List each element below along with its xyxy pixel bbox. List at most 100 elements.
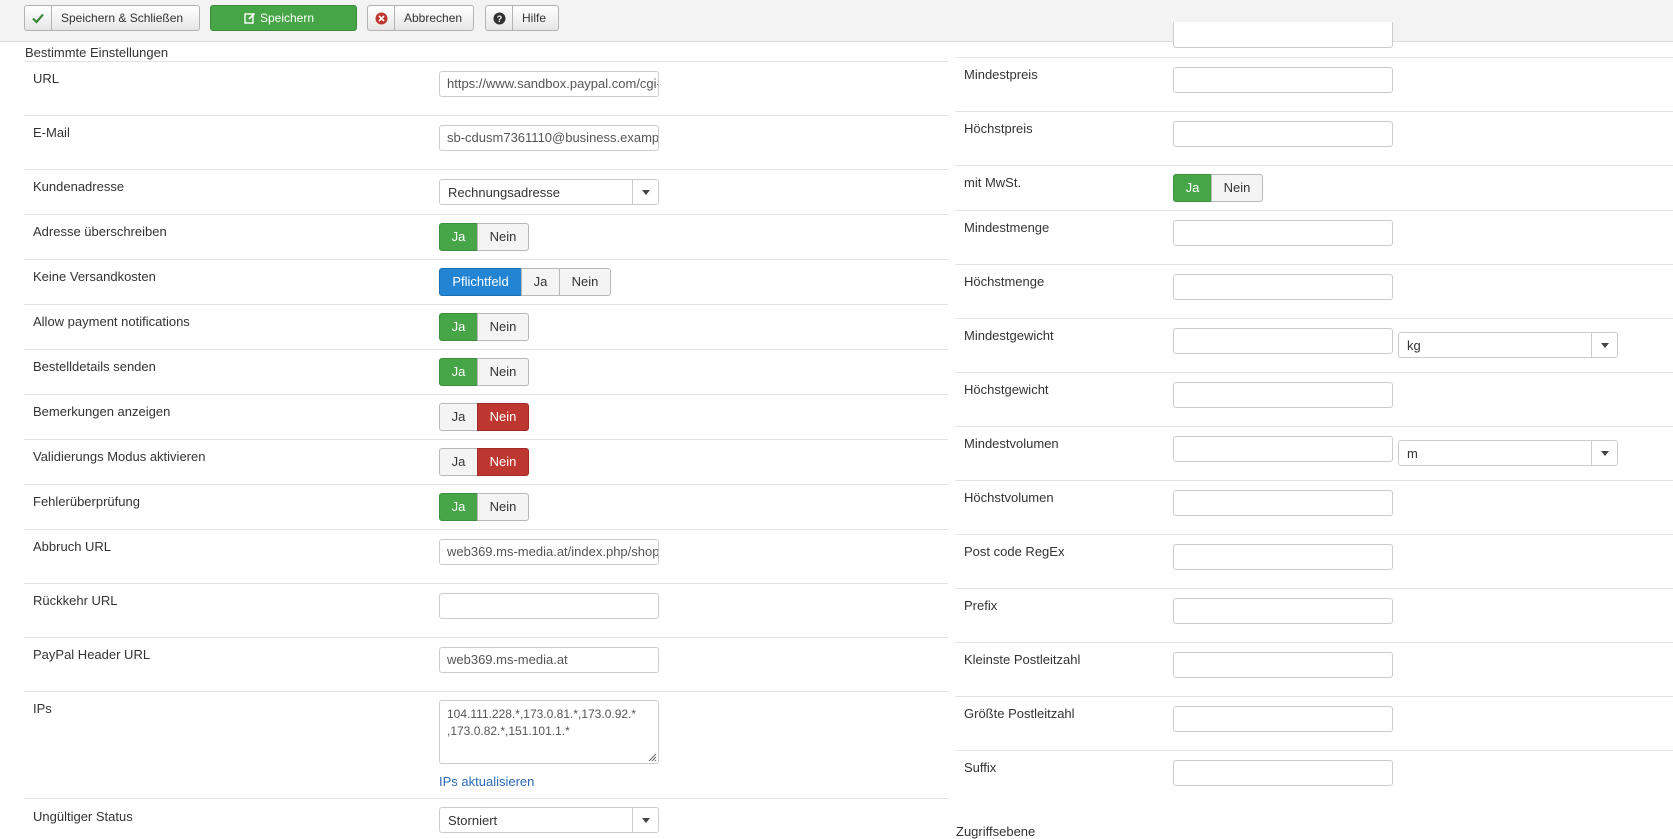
payment-notifications-no[interactable]: Nein xyxy=(477,313,529,341)
max-weight-input[interactable] xyxy=(1173,382,1393,408)
suffix-label: Suffix xyxy=(964,760,997,775)
row-header-url: PayPal Header URL web369.ms-media.at xyxy=(24,637,948,691)
ips-refresh-link[interactable]: IPs aktualisieren xyxy=(439,774,534,789)
chevron-down-icon xyxy=(1591,441,1617,465)
row-error-check: Fehlerüberprüfung Ja Nein xyxy=(24,484,948,529)
min-weight-label: Mindestgewicht xyxy=(964,328,1054,343)
save-close-label: Speichern & Schließen xyxy=(61,11,184,25)
row-override-address: Adresse überschreiben Ja Nein xyxy=(24,214,948,259)
row-min-weight: Mindestgewicht kg xyxy=(955,318,1673,372)
weight-unit-select[interactable]: kg xyxy=(1398,332,1618,358)
cancel-url-label: Abbruch URL xyxy=(33,539,112,554)
max-qty-input[interactable] xyxy=(1173,274,1393,300)
min-qty-input[interactable] xyxy=(1173,220,1393,246)
prefix-input[interactable] xyxy=(1173,598,1393,624)
error-check-yes[interactable]: Ja xyxy=(439,493,478,521)
row-send-order-details: Bestelldetails senden Ja Nein xyxy=(24,349,948,394)
row-customer-address: Kundenadresse Rechnungsadresse xyxy=(24,169,948,214)
resize-handle-icon[interactable] xyxy=(647,752,657,762)
no-shipping-yes[interactable]: Ja xyxy=(521,268,560,296)
cut-off-input[interactable] xyxy=(1173,22,1393,48)
row-invalid-status: Ungültiger Status Storniert xyxy=(24,798,948,838)
save-close-button[interactable]: Speichern & Schließen xyxy=(24,5,200,31)
override-address-yes[interactable]: Ja xyxy=(439,223,478,251)
min-price-label: Mindestpreis xyxy=(964,67,1038,82)
header-url-input[interactable]: web369.ms-media.at xyxy=(439,647,659,673)
payment-notifications-label: Allow payment notifications xyxy=(33,314,190,329)
override-address-no[interactable]: Nein xyxy=(477,223,529,251)
chevron-down-icon xyxy=(1591,333,1617,357)
ips-line-1: 104.111.228.*,173.0.81.*,173.0.92.* xyxy=(447,707,637,721)
row-min-qty: Mindestmenge xyxy=(955,210,1673,264)
row-ips: IPs 104.111.228.*,173.0.81.*,173.0.92.* … xyxy=(24,691,948,798)
ips-line-2: ,173.0.82.*,151.101.1.* xyxy=(447,724,570,738)
row-show-notes: Bemerkungen anzeigen Ja Nein xyxy=(24,394,948,439)
min-price-input[interactable] xyxy=(1173,67,1393,93)
row-max-postcode: Größte Postleitzahl xyxy=(955,696,1673,750)
invalid-status-value: Storniert xyxy=(448,813,498,828)
row-suffix: Suffix xyxy=(955,750,1673,804)
row-min-volume: Mindestvolumen m xyxy=(955,426,1673,480)
send-order-details-no[interactable]: Nein xyxy=(477,358,529,386)
max-postcode-input[interactable] xyxy=(1173,706,1393,732)
customer-address-value: Rechnungsadresse xyxy=(448,185,561,200)
help-label: Hilfe xyxy=(522,11,547,25)
no-shipping-toggle: Pflichtfeld Ja Nein xyxy=(439,268,611,296)
show-notes-yes[interactable]: Ja xyxy=(439,403,478,431)
save-label: Speichern xyxy=(259,11,315,25)
invalid-status-select[interactable]: Storniert xyxy=(439,807,659,833)
row-validation-mode: Validierungs Modus aktivieren Ja Nein xyxy=(24,439,948,484)
cancel-button[interactable]: Abbrechen xyxy=(367,5,474,31)
row-max-qty: Höchstmenge xyxy=(955,264,1673,318)
save-button[interactable]: Speichern xyxy=(210,5,357,31)
no-shipping-no[interactable]: Nein xyxy=(559,268,611,296)
payment-notifications-toggle: Ja Nein xyxy=(439,313,529,341)
row-max-volume: Höchstvolumen xyxy=(955,480,1673,534)
max-volume-input[interactable] xyxy=(1173,490,1393,516)
cancel-url-input[interactable]: web369.ms-media.at/index.php/shop xyxy=(439,539,659,565)
no-shipping-required[interactable]: Pflichtfeld xyxy=(439,268,522,296)
override-address-toggle: Ja Nein xyxy=(439,223,529,251)
customer-address-label: Kundenadresse xyxy=(33,179,125,194)
suffix-input[interactable] xyxy=(1173,760,1393,786)
send-order-details-yes[interactable]: Ja xyxy=(439,358,478,386)
row-min-postcode: Kleinste Postleitzahl xyxy=(955,642,1673,696)
error-check-toggle: Ja Nein xyxy=(439,493,529,521)
with-vat-yes[interactable]: Ja xyxy=(1173,174,1212,202)
ips-textarea[interactable]: 104.111.228.*,173.0.81.*,173.0.92.* ,173… xyxy=(439,700,659,764)
row-url: URL https://www.sandbox.paypal.com/cgi-b… xyxy=(24,61,948,115)
email-label: E-Mail xyxy=(33,125,70,140)
url-input[interactable]: https://www.sandbox.paypal.com/cgi-bin/w… xyxy=(439,71,659,97)
ips-label: IPs xyxy=(33,701,52,716)
validation-mode-toggle: Ja Nein xyxy=(439,448,529,476)
show-notes-no[interactable]: Nein xyxy=(477,403,529,431)
edit-icon xyxy=(244,12,256,24)
volume-unit-select[interactable]: m xyxy=(1398,440,1618,466)
close-circle-icon xyxy=(368,6,395,30)
min-volume-label: Mindestvolumen xyxy=(964,436,1059,451)
validation-mode-no[interactable]: Nein xyxy=(477,448,529,476)
row-email: E-Mail sb-cdusm7361110@business.example.… xyxy=(24,115,948,169)
help-button[interactable]: ? Hilfe xyxy=(485,5,559,31)
min-weight-input[interactable] xyxy=(1173,328,1393,354)
url-label: URL xyxy=(33,71,60,86)
with-vat-no[interactable]: Nein xyxy=(1211,174,1263,202)
row-postcode-regex: Post code RegEx xyxy=(955,534,1673,588)
payment-notifications-yes[interactable]: Ja xyxy=(439,313,478,341)
send-order-details-label: Bestelldetails senden xyxy=(33,359,156,374)
error-check-no[interactable]: Nein xyxy=(477,493,529,521)
max-price-input[interactable] xyxy=(1173,121,1393,147)
row-max-price: Höchstpreis xyxy=(955,111,1673,165)
with-vat-label: mit MwSt. xyxy=(964,175,1022,190)
validation-mode-yes[interactable]: Ja xyxy=(439,448,478,476)
with-vat-toggle: Ja Nein xyxy=(1173,174,1263,202)
row-with-vat: mit MwSt. Ja Nein xyxy=(955,165,1673,210)
prefix-label: Prefix xyxy=(964,598,998,613)
return-url-input[interactable] xyxy=(439,593,659,619)
min-postcode-input[interactable] xyxy=(1173,652,1393,678)
min-volume-input[interactable] xyxy=(1173,436,1393,462)
svg-text:?: ? xyxy=(496,14,502,24)
postcode-regex-input[interactable] xyxy=(1173,544,1393,570)
email-input[interactable]: sb-cdusm7361110@business.example.com xyxy=(439,125,659,151)
customer-address-select[interactable]: Rechnungsadresse xyxy=(439,179,659,205)
